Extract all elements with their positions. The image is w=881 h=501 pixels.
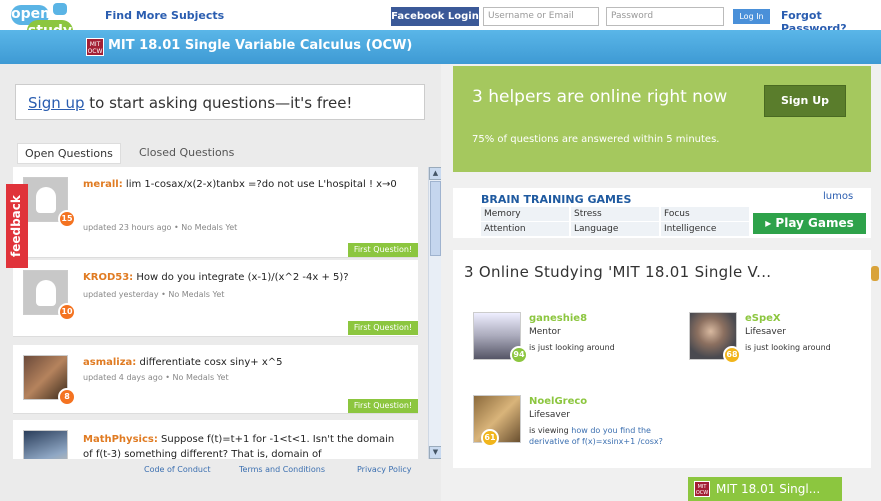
member-role: Mentor	[529, 327, 561, 337]
question-list: 15 merall: lim 1-cosax/x(2-x)tanbx =?do …	[13, 167, 428, 459]
first-question-tag: First Question!	[348, 321, 418, 335]
score-badge: 8	[58, 388, 76, 406]
question-list-scrollbar[interactable]: ▲ ▼	[428, 167, 442, 459]
question-body: lim 1-cosax/x(2-x)tanbx =?do not use L'h…	[122, 179, 397, 190]
question-user[interactable]: KROD53:	[83, 272, 133, 283]
ad-cell: Attention	[481, 222, 569, 236]
question-item[interactable]: 10 KROD53: How do you integrate (x-1)/(x…	[13, 260, 418, 337]
question-meta: updated yesterday • No Medals Yet	[83, 290, 225, 299]
lumos-logo: lumos	[823, 191, 854, 202]
score-badge: 15	[58, 210, 76, 228]
facebook-login-button[interactable]: Facebook Login	[391, 7, 479, 26]
brain-games-ad[interactable]: BRAIN TRAINING GAMES lumos Memory Stress…	[453, 188, 871, 238]
owl-icon	[53, 3, 67, 15]
first-question-tag: First Question!	[348, 399, 418, 413]
helpers-headline: 3 helpers are online right now	[472, 87, 728, 107]
question-item[interactable]: 8 asmaliza: differentiate cosx siny+ x^5…	[13, 345, 418, 414]
score-badge: 61	[481, 429, 499, 447]
medal-icon	[871, 266, 879, 281]
online-users-panel: 3 Online Studying 'MIT 18.01 Single V...…	[453, 250, 879, 468]
ad-cell: Intelligence	[661, 222, 749, 236]
top-bar: open study Find More Subjects Facebook L…	[0, 0, 881, 43]
scroll-thumb[interactable]	[430, 181, 441, 256]
question-user[interactable]: merall:	[83, 179, 123, 190]
ghost-avatar-icon	[36, 280, 56, 306]
member-card[interactable]: 94 ganeshie8 Mentor is just looking arou…	[473, 312, 663, 372]
helpers-banner: 3 helpers are online right now 75% of qu…	[453, 66, 871, 172]
privacy-link[interactable]: Privacy Policy	[357, 465, 412, 474]
member-role: Lifesaver	[745, 327, 786, 337]
question-user[interactable]: asmaliza:	[83, 357, 136, 368]
ghost-avatar-icon	[36, 187, 56, 213]
score-badge: 68	[723, 346, 741, 364]
username-input[interactable]: Username or Email	[483, 7, 599, 26]
mit-ocw-badge: MIT OCW	[86, 38, 104, 56]
code-of-conduct-link[interactable]: Code of Conduct	[144, 465, 211, 474]
member-card[interactable]: 68 eSpeX Lifesaver is just looking aroun…	[689, 312, 879, 372]
course-title: MIT 18.01 Single Variable Calculus (OCW)	[108, 38, 413, 53]
mit-ocw-mini-icon: MIT OCW	[694, 481, 710, 497]
question-text: asmaliza: differentiate cosx siny+ x^5	[83, 355, 403, 370]
question-text: merall: lim 1-cosax/x(2-x)tanbx =?do not…	[83, 177, 403, 192]
signup-text: to start asking questions—it's free!	[84, 94, 353, 112]
terms-link[interactable]: Terms and Conditions	[239, 465, 325, 474]
signup-link[interactable]: Sign up	[28, 94, 85, 112]
member-name[interactable]: eSpeX	[745, 313, 781, 324]
tab-open-questions[interactable]: Open Questions	[17, 143, 121, 164]
ad-cell: Stress	[571, 207, 659, 221]
member-name[interactable]: ganeshie8	[529, 313, 587, 324]
helpers-subtext: 75% of questions are answered within 5 m…	[472, 134, 720, 145]
question-user[interactable]: MathPhysics:	[83, 434, 158, 445]
question-text: KROD53: How do you integrate (x-1)/(x^2 …	[83, 270, 403, 285]
ad-cell: Language	[571, 222, 659, 236]
feedback-tab[interactable]: feedback	[6, 184, 28, 268]
question-text: MathPhysics: Suppose f(t)=t+1 for -1<t<1…	[83, 432, 403, 459]
question-meta: updated 4 days ago • No Medals Yet	[83, 373, 229, 382]
question-meta: updated 23 hours ago • No Medals Yet	[83, 223, 238, 232]
signup-button[interactable]: Sign Up	[764, 85, 846, 117]
score-badge: 10	[58, 303, 76, 321]
member-card[interactable]: 61 NoelGreco Lifesaver is viewing how do…	[473, 395, 663, 453]
signup-banner: Sign up to start asking questions—it's f…	[15, 84, 425, 120]
ad-cell: Memory	[481, 207, 569, 221]
login-button[interactable]: Log In	[733, 9, 770, 24]
question-body: differentiate cosx siny+ x^5	[136, 357, 283, 368]
ad-title: BRAIN TRAINING GAMES	[481, 193, 632, 206]
member-status: is just looking around	[745, 343, 831, 352]
member-name[interactable]: NoelGreco	[529, 396, 587, 407]
find-more-subjects-link[interactable]: Find More Subjects	[105, 9, 224, 22]
question-item[interactable]: 15 merall: lim 1-cosax/x(2-x)tanbx =?do …	[13, 167, 418, 258]
password-input[interactable]: Password	[606, 7, 724, 26]
score-badge: 94	[510, 346, 528, 364]
member-status-text: is viewing	[529, 426, 572, 435]
play-games-button[interactable]: ▸ Play Games	[753, 213, 866, 234]
group-chat-bar[interactable]: MIT OCW MIT 18.01 Singl...	[688, 477, 842, 501]
avatar	[23, 430, 68, 459]
first-question-tag: First Question!	[348, 243, 418, 257]
question-item[interactable]: MathPhysics: Suppose f(t)=t+1 for -1<t<1…	[13, 420, 418, 459]
chat-label: MIT 18.01 Singl...	[716, 482, 821, 496]
member-role: Lifesaver	[529, 410, 570, 420]
question-body: How do you integrate (x-1)/(x^2 -4x + 5)…	[133, 272, 349, 283]
member-status: is just looking around	[529, 343, 615, 352]
member-status: is viewing how do you find the derivativ…	[529, 425, 669, 447]
tab-closed-questions[interactable]: Closed Questions	[132, 143, 241, 162]
online-heading: 3 Online Studying 'MIT 18.01 Single V...	[464, 263, 772, 281]
ad-cell: Focus	[661, 207, 749, 221]
